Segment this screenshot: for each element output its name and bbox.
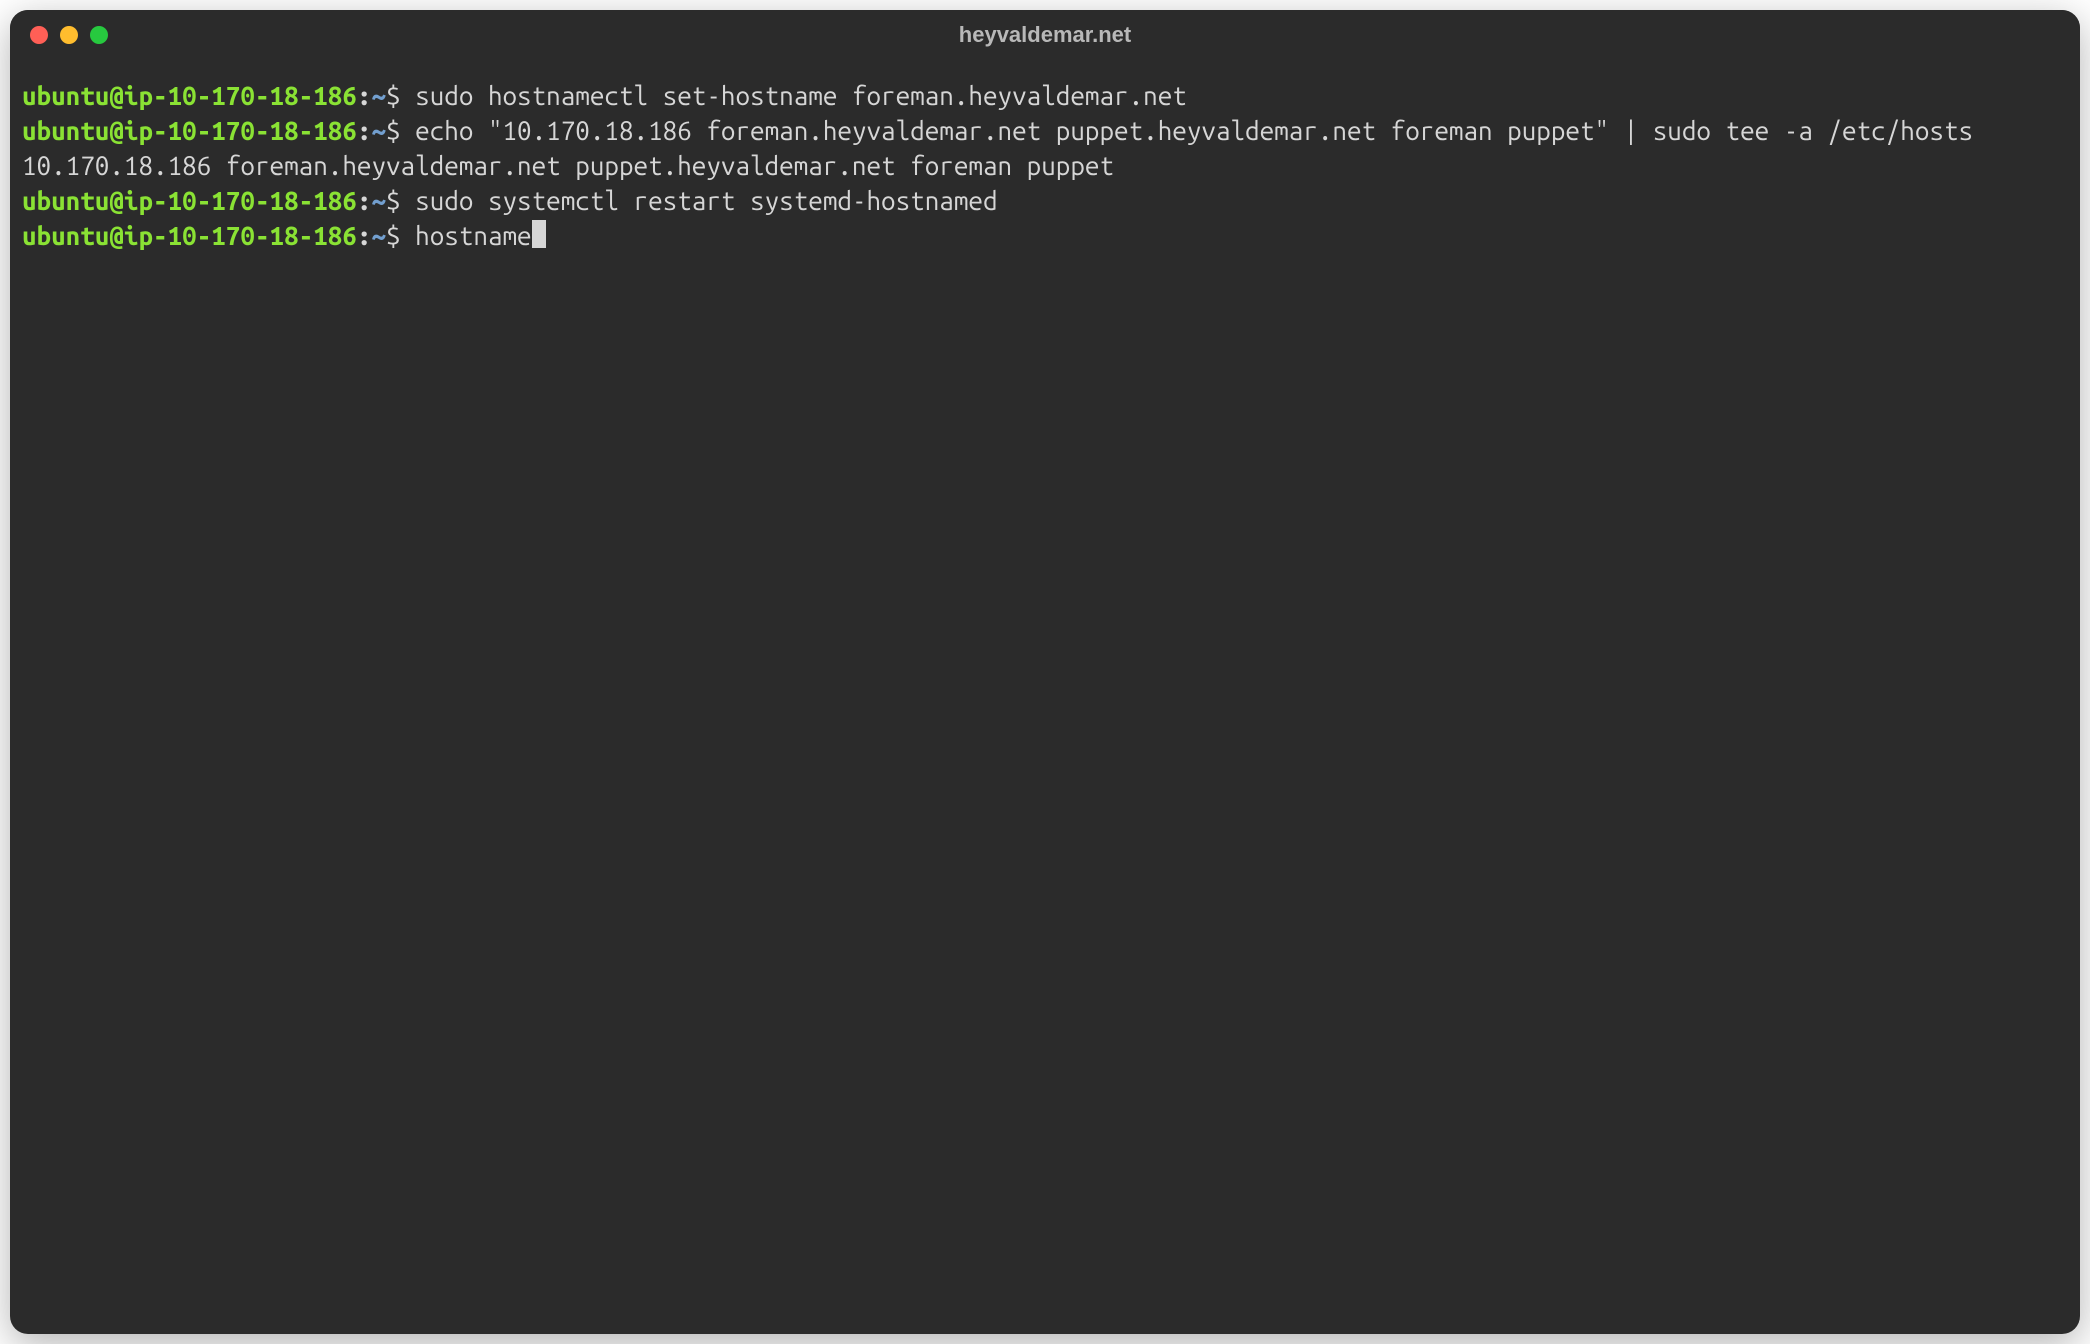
terminal-window: heyvaldemar.net ubuntu@ip-10-170-18-186:… (10, 10, 2080, 1334)
prompt-colon: : (357, 221, 372, 250)
prompt-user: ubuntu@ip-10-170-18-186 (22, 221, 357, 250)
prompt-dollar: $ (386, 81, 401, 110)
terminal-line: ubuntu@ip-10-170-18-186:~$ echo "10.170.… (22, 113, 2068, 148)
cursor-icon (532, 220, 546, 248)
prompt-colon: : (357, 186, 372, 215)
command-text: hostname (415, 221, 531, 250)
prompt-path: ~ (371, 221, 386, 250)
output-line: 10.170.18.186 foreman.heyvaldemar.net pu… (22, 148, 2068, 183)
close-icon[interactable] (30, 26, 48, 44)
minimize-icon[interactable] (60, 26, 78, 44)
prompt-path: ~ (371, 186, 386, 215)
prompt-user: ubuntu@ip-10-170-18-186 (22, 81, 357, 110)
prompt-dollar: $ (386, 221, 401, 250)
window-title: heyvaldemar.net (959, 22, 1131, 48)
prompt-user: ubuntu@ip-10-170-18-186 (22, 186, 357, 215)
prompt-dollar: $ (386, 116, 401, 145)
command-text: sudo systemctl restart systemd-hostnamed (415, 186, 997, 215)
command-text: sudo hostnamectl set-hostname foreman.he… (415, 81, 1187, 110)
prompt-colon: : (357, 81, 372, 110)
traffic-lights (30, 26, 108, 44)
prompt-dollar: $ (386, 186, 401, 215)
terminal-line: ubuntu@ip-10-170-18-186:~$ hostname (22, 218, 2068, 253)
terminal-line: ubuntu@ip-10-170-18-186:~$ sudo systemct… (22, 183, 2068, 218)
titlebar: heyvaldemar.net (10, 10, 2080, 60)
prompt-user: ubuntu@ip-10-170-18-186 (22, 116, 357, 145)
prompt-colon: : (357, 116, 372, 145)
command-text: echo "10.170.18.186 foreman.heyvaldemar.… (415, 116, 1973, 145)
maximize-icon[interactable] (90, 26, 108, 44)
prompt-path: ~ (371, 81, 386, 110)
terminal-line: ubuntu@ip-10-170-18-186:~$ sudo hostname… (22, 78, 2068, 113)
terminal-body[interactable]: ubuntu@ip-10-170-18-186:~$ sudo hostname… (10, 60, 2080, 1334)
prompt-path: ~ (371, 116, 386, 145)
